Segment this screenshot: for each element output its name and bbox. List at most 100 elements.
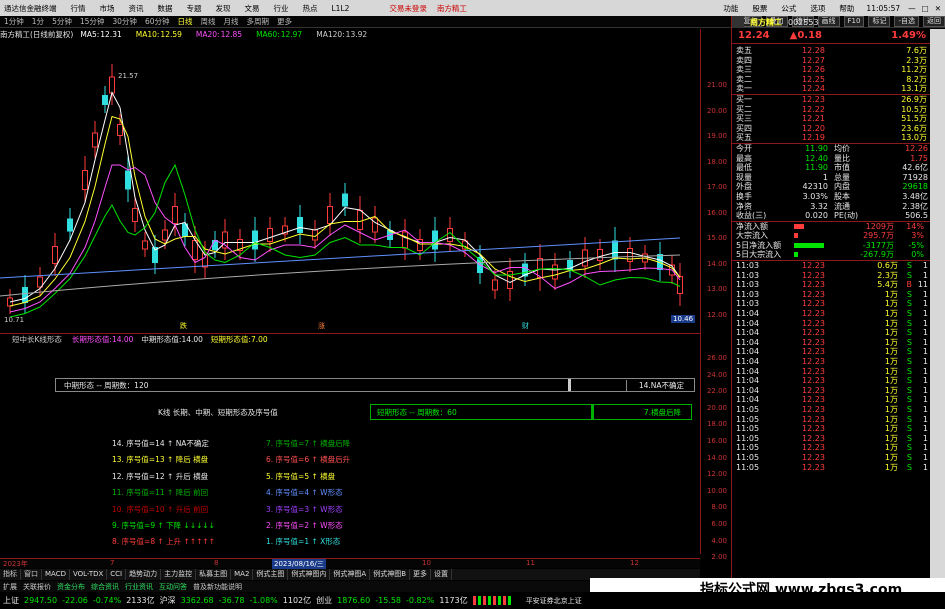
sz-amount: 1102亿: [282, 596, 312, 605]
indicator-tab-7[interactable]: 私募主图: [196, 569, 232, 580]
right-menu-0[interactable]: 功能: [723, 3, 738, 14]
indicator-tab-11[interactable]: 例式神图A: [330, 569, 371, 580]
menu-item-6[interactable]: 文易: [245, 3, 260, 14]
extension-tab-4[interactable]: 行业资讯: [122, 582, 156, 592]
period-tab-4[interactable]: 30分钟: [108, 16, 141, 28]
order-row[interactable]: 卖五 12.28 7.6万: [732, 46, 930, 56]
indicator-tab-3[interactable]: VOL-TDX: [70, 569, 108, 580]
right-menu-2[interactable]: 公式: [781, 3, 796, 14]
tick-side: B: [906, 280, 913, 290]
event-marker[interactable]: 跌: [180, 321, 187, 330]
indicator-tab-8[interactable]: MA2: [231, 569, 254, 580]
tick-count: 1: [922, 299, 928, 309]
close-button[interactable]: ✕: [935, 4, 941, 13]
menu-item-0[interactable]: 行情: [71, 3, 86, 14]
period-tab-0[interactable]: 1分钟: [0, 16, 28, 28]
stat-label: 净资: [736, 201, 752, 211]
maximize-button[interactable]: □: [922, 4, 929, 13]
indicator-tab-12[interactable]: 例式神图B: [370, 569, 411, 580]
event-marker[interactable]: 财: [522, 321, 529, 330]
order-row[interactable]: 卖三 12.26 11.2万: [732, 65, 930, 75]
high-label: 21.57: [118, 72, 138, 80]
center-link-1[interactable]: 南方精工: [437, 3, 467, 14]
extension-tab-3[interactable]: 综合资讯: [88, 582, 122, 592]
period-tab-10[interactable]: 更多: [273, 16, 296, 28]
tick-row: 11:04 12.23 1万 S 1: [732, 357, 930, 367]
extension-tab-0[interactable]: 扩展: [0, 582, 20, 592]
tick-side: S: [906, 443, 912, 453]
tick-volume: 1万: [884, 404, 898, 414]
minimize-button[interactable]: —: [908, 4, 916, 13]
extension-tab-2[interactable]: 资金分布: [54, 582, 88, 592]
extension-tab-1[interactable]: 关联报价: [20, 582, 54, 592]
period-tab-3[interactable]: 15分钟: [76, 16, 109, 28]
period-tab-5[interactable]: 60分钟: [141, 16, 174, 28]
right-menu-1[interactable]: 股票: [752, 3, 767, 14]
stat-value: 12.26: [905, 143, 928, 153]
menu-item-7[interactable]: 行业: [274, 3, 289, 14]
tick-side: S: [906, 318, 912, 328]
quote-change: ▲0.18: [789, 30, 823, 41]
menu-item-5[interactable]: 发现: [216, 3, 231, 14]
period-tab-2[interactable]: 5分钟: [48, 16, 76, 28]
order-row[interactable]: 买五 12.19 13.0万: [732, 133, 930, 143]
ma-value: 13.92: [345, 30, 368, 39]
center-link-0[interactable]: 交易未登录: [389, 3, 427, 14]
menu-item-1[interactable]: 市场: [100, 3, 115, 14]
period-tab-7[interactable]: 周线: [196, 16, 219, 28]
tick-count: 1: [922, 404, 928, 414]
order-volume: 13.0万: [901, 133, 927, 143]
quote-stats: 今开 11.90 均价 12.26 最高 12.40 量比 1.75 最低 11.90 市值 42.6…: [732, 142, 930, 221]
order-row[interactable]: 卖二 12.25 8.2万: [732, 75, 930, 85]
indicator-tab-6[interactable]: 主力监控: [161, 569, 197, 580]
period-tab-9[interactable]: 多周期: [242, 16, 273, 28]
menu-item-3[interactable]: 数据: [158, 3, 173, 14]
indicator-tab-0[interactable]: 指标: [0, 569, 21, 580]
side-scrollbar[interactable]: [930, 29, 945, 592]
indicator-tab-5[interactable]: 趋势动力: [126, 569, 162, 580]
indicator-short: 短期形态值:7.00: [210, 334, 268, 344]
indicator-tab-14[interactable]: 设置: [431, 569, 453, 580]
date-year: 2023年: [3, 560, 28, 568]
indicator-tab-1[interactable]: 窗口: [21, 569, 42, 580]
menu-item-2[interactable]: 资讯: [129, 3, 144, 14]
extension-tab-6[interactable]: 普及新功能说明: [190, 582, 245, 592]
tick-list[interactable]: 11:03 12.23 0.6万 S 1 11:03 12.23 2.3万 S 1 11:03 12.…: [732, 260, 930, 472]
chart-header: 南方精工(日线前复权) MA5:12.31 MA10:12.59 MA20:12.8…: [0, 29, 700, 40]
event-marker[interactable]: 涨: [318, 321, 325, 330]
indicator-tick: 10.00: [706, 486, 727, 495]
tick-side: S: [906, 337, 912, 347]
right-menu-3[interactable]: 选项: [810, 3, 825, 14]
indicator-tab-13[interactable]: 更多: [410, 569, 432, 580]
extension-tab-5[interactable]: 互动问答: [156, 582, 190, 592]
menu-item-9[interactable]: L1L2: [332, 4, 350, 13]
tick-time: 11:04: [736, 318, 760, 328]
period-tab-8[interactable]: 月线: [219, 16, 242, 28]
period-tab-6[interactable]: 日线: [173, 16, 196, 28]
candle-body: [432, 230, 438, 250]
period-tab-1[interactable]: 1分: [28, 16, 48, 28]
menu-item-8[interactable]: 热点: [303, 3, 318, 14]
flow-pct: 14%: [906, 221, 924, 231]
order-row[interactable]: 买二 12.22 10.5万: [732, 105, 930, 115]
candlestick-chart[interactable]: 21.57 10.71 跌 涨 财: [0, 40, 700, 330]
indicator-tab-10[interactable]: 例式神图内: [288, 569, 331, 580]
right-menu-4[interactable]: 帮助: [839, 3, 854, 14]
order-row[interactable]: 卖四 12.27 2.3万: [732, 56, 930, 66]
stat-value: 1: [822, 172, 828, 182]
flow-bar: [794, 252, 844, 258]
menu-item-4[interactable]: 专题: [187, 3, 202, 14]
date-tick: 8: [214, 559, 219, 567]
order-row[interactable]: 买三 12.21 51.5万: [732, 114, 930, 124]
stat-value: 12.40: [805, 153, 828, 163]
indicator-tab-9[interactable]: 例式主图: [253, 569, 289, 580]
order-volume: 2.3万: [906, 55, 927, 65]
order-row[interactable]: 买一 12.23 26.9万: [732, 95, 930, 105]
indicator-tab-2[interactable]: MACD: [42, 569, 70, 580]
tick-volume: 1万: [884, 366, 898, 376]
order-row[interactable]: 买四 12.20 23.6万: [732, 124, 930, 134]
order-row[interactable]: 卖一 12.24 13.1万: [732, 84, 930, 94]
panel-toggle[interactable]: [732, 16, 744, 28]
stat-label: 今开: [736, 143, 752, 153]
indicator-tab-4[interactable]: CCI: [107, 569, 127, 580]
